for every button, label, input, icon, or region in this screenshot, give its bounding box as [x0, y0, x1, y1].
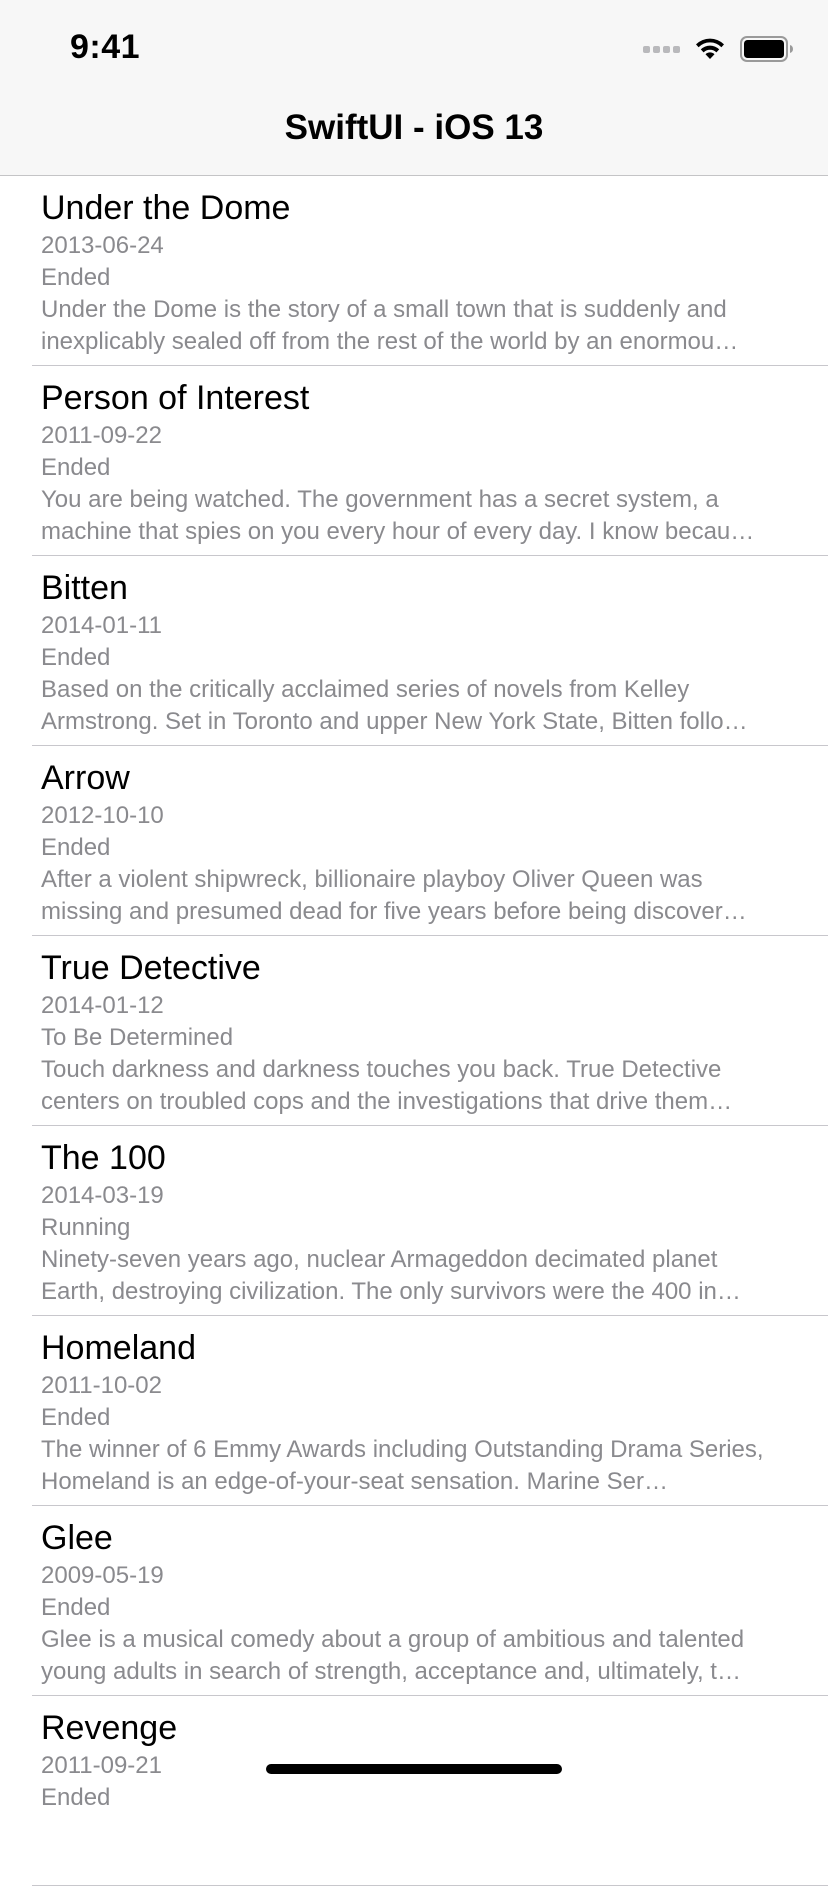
show-summary: Based on the critically acclaimed series… [41, 676, 748, 735]
show-status: Ended [41, 834, 111, 861]
show-title: Under the Dome [41, 189, 291, 227]
list-item[interactable]: True Detective 2014-01-12 To Be Determined… [0, 936, 828, 1126]
show-status: Running [41, 1214, 131, 1241]
show-status: To Be Determined [41, 1024, 234, 1051]
show-title: True Detective [41, 949, 261, 987]
home-indicator[interactable] [266, 1764, 562, 1774]
list-item[interactable]: Glee 2009-05-19 Ended Glee is a musical com… [0, 1506, 828, 1696]
show-title: Person of Interest [41, 379, 310, 417]
show-list[interactable]: Under the Dome 2013-06-24 Ended Under the D… [0, 176, 828, 1886]
show-summary: You are being watched. The government ha… [41, 486, 755, 545]
show-status: Ended [41, 1784, 111, 1811]
show-status: Ended [41, 1404, 111, 1431]
show-summary: Glee is a musical comedy about a group o… [41, 1626, 745, 1685]
show-premiere-date: 2014-03-19 [41, 1182, 164, 1209]
show-premiere-date: 2014-01-12 [41, 992, 164, 1019]
list-item[interactable]: Under the Dome 2013-06-24 Ended Under the D… [0, 176, 828, 366]
show-title: The 100 [41, 1139, 166, 1177]
show-title: Bitten [41, 569, 128, 607]
list-item[interactable]: Arrow 2012-10-10 Ended After a violent ship… [0, 746, 828, 936]
show-summary: Touch darkness and darkness touches you … [41, 1056, 733, 1115]
list-item[interactable]: Revenge 2011-09-21 Ended [0, 1696, 828, 1886]
show-title: Homeland [41, 1329, 196, 1367]
list-item[interactable]: The 100 2014-03-19 Running Ninety-seven yea… [0, 1126, 828, 1316]
navigation-bar: 9:41 SwiftUI - iOS 13 [0, 0, 828, 176]
show-status: Ended [41, 1594, 111, 1621]
show-premiere-date: 2014-01-11 [41, 612, 162, 639]
list-item[interactable]: Bitten 2014-01-11 Ended Based on the critic… [0, 556, 828, 746]
show-status: Ended [41, 454, 111, 481]
wifi-icon [694, 37, 726, 61]
show-title: Revenge [41, 1709, 178, 1747]
status-icons [643, 34, 794, 64]
show-summary: After a violent shipwreck, billionaire p… [41, 866, 747, 925]
show-premiere-date: 2011-09-22 [41, 422, 162, 449]
show-title: Arrow [41, 759, 130, 797]
signal-icon [643, 45, 680, 53]
show-status: Ended [41, 264, 111, 291]
list-item[interactable]: Person of Interest 2011-09-22 Ended You are… [0, 366, 828, 556]
show-summary: Under the Dome is the story of a small t… [41, 296, 739, 355]
show-premiere-date: 2009-05-19 [41, 1562, 164, 1589]
list-item[interactable]: Homeland 2011-10-02 Ended The winner of 6 E… [0, 1316, 828, 1506]
show-summary: Ninety-seven years ago, nuclear Armagedd… [41, 1246, 741, 1305]
show-title: Glee [41, 1519, 113, 1557]
page-title: SwiftUI - iOS 13 [284, 108, 544, 147]
show-premiere-date: 2011-10-02 [41, 1372, 162, 1399]
battery-icon [740, 36, 794, 62]
status-time: 9:41 [70, 28, 141, 66]
show-premiere-date: 2012-10-10 [41, 802, 164, 829]
show-premiere-date: 2013-06-24 [41, 232, 164, 259]
show-summary: The winner of 6 Emmy Awards including Ou… [41, 1436, 764, 1495]
show-status: Ended [41, 644, 111, 671]
